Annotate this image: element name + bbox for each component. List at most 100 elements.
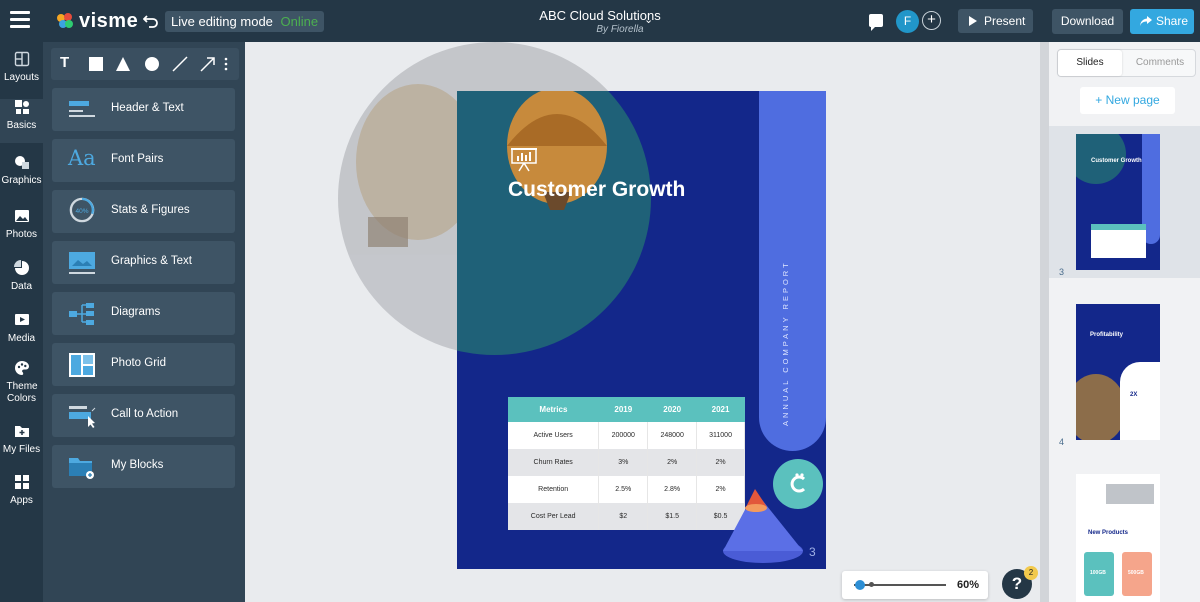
triangle-tool-icon[interactable]	[115, 56, 131, 72]
zoom-slider-track[interactable]	[854, 584, 946, 586]
present-button[interactable]: Present	[958, 9, 1033, 33]
folder-icon	[14, 426, 29, 437]
rectangle-tool-icon[interactable]	[88, 56, 104, 72]
rail-item-data[interactable]: Data	[0, 260, 43, 292]
add-collaborator-icon[interactable]: +	[922, 11, 941, 30]
table-cell: 311000	[696, 422, 745, 449]
panel-item-photo-grid[interactable]: Photo Grid	[52, 343, 235, 386]
rail-label: Layouts	[3, 72, 40, 83]
undo-icon[interactable]	[143, 12, 159, 28]
vertical-report-label[interactable]: ANNUAL COMPANY REPORT	[781, 260, 790, 426]
app-name: visme	[79, 9, 139, 32]
share-button[interactable]: Share	[1130, 9, 1194, 34]
rail-item-my-files[interactable]: My Files	[0, 423, 43, 455]
rail-item-photos[interactable]: Photos	[0, 208, 43, 240]
tab-comments[interactable]: Comments	[1124, 50, 1196, 76]
layouts-icon	[14, 51, 29, 67]
slide-thumbnail-4[interactable]: Profitability 2X 4	[1049, 296, 1200, 448]
mode-label: Live editing mode	[171, 14, 273, 29]
rail-item-graphics[interactable]: Graphics	[0, 154, 43, 186]
slide-thumbnail-5[interactable]: New Products 100GB 500GB	[1049, 466, 1200, 602]
graphics-icon	[14, 156, 29, 169]
canvas-scrollbar[interactable]	[1040, 42, 1049, 602]
line-tool-icon[interactable]	[172, 56, 188, 72]
circle-tool-icon[interactable]	[144, 56, 160, 72]
table-cell: $1.5	[647, 503, 698, 530]
data-icon	[13, 260, 29, 275]
media-icon	[14, 314, 29, 325]
photos-icon	[14, 210, 29, 222]
table-cell: Retention	[508, 476, 600, 503]
arrow-tool-icon[interactable]	[200, 56, 216, 72]
cone-3d-graphic[interactable]	[715, 471, 815, 569]
table-header-cell: Metrics	[508, 397, 599, 422]
presentation-board-icon[interactable]	[510, 146, 538, 172]
panel-item-stats-figures[interactable]: 40% Stats & Figures	[52, 190, 235, 233]
zoom-control[interactable]: 60%	[842, 571, 988, 599]
slide-thumbnail-3[interactable]: Customer Growth 3	[1049, 126, 1200, 278]
panel-item-header-text[interactable]: Header & Text	[52, 88, 235, 131]
table-row: Churn Rates 3% 2% 2%	[508, 449, 745, 476]
document-title-block[interactable]: ABC Cloud Solutions By Fiorella	[500, 8, 700, 35]
slide-page[interactable]: ANNUAL COMPANY REPORT Customer Growth Me…	[457, 91, 826, 569]
table-cell: 248000	[647, 422, 698, 449]
thumbnail-stat-b: 500GB	[1128, 570, 1144, 576]
rail-label: Theme Colors	[6, 381, 38, 404]
right-panel: Slides Comments + New page Customer Grow…	[1049, 42, 1200, 602]
panel-item-diagrams[interactable]: Diagrams	[52, 292, 235, 335]
tab-slides[interactable]: Slides	[1058, 50, 1122, 76]
thumbnail-number: 4	[1059, 437, 1065, 447]
palette-icon	[14, 361, 29, 375]
share-label: Share	[1156, 14, 1189, 28]
table-cell: Active Users	[508, 422, 600, 449]
balloon-photo-circle[interactable]	[457, 91, 651, 355]
download-button[interactable]: Download	[1052, 9, 1123, 34]
panel-item-label: Diagrams	[111, 306, 161, 318]
header-text-icon	[69, 101, 95, 117]
top-bar: visme Live editing mode Online ABC Cloud…	[0, 0, 1200, 42]
table-cell: Churn Rates	[508, 449, 600, 476]
rail-label: Media	[7, 333, 36, 344]
canvas[interactable]: ANNUAL COMPANY REPORT Customer Growth Me…	[245, 42, 1040, 602]
table-row: Cost Per Lead $2 $1.5 $0.5	[508, 503, 745, 530]
share-arrow-icon	[1140, 16, 1152, 26]
vertical-stripe[interactable]	[759, 91, 826, 451]
live-editing-badge[interactable]: Live editing mode Online	[165, 11, 325, 32]
panel-item-label: Graphics & Text	[111, 255, 192, 267]
stats-icon-text: 40%	[75, 208, 88, 215]
table-cell: Cost Per Lead	[508, 503, 600, 530]
zoom-value[interactable]: 60%	[957, 579, 979, 591]
text-tool-icon[interactable]: T	[60, 54, 76, 71]
panel-item-call-to-action[interactable]: Call to Action	[52, 394, 235, 437]
panel-item-graphics-text[interactable]: Graphics & Text	[52, 241, 235, 284]
panel-item-my-blocks[interactable]: My Blocks	[52, 445, 235, 488]
thumbnail-preview[interactable]: Customer Growth	[1076, 134, 1160, 270]
hamburger-menu-icon[interactable]	[10, 11, 30, 29]
rail-item-layouts[interactable]: Layouts	[0, 51, 43, 83]
rail-item-apps[interactable]: Apps	[0, 474, 43, 506]
slide-title[interactable]: Customer Growth	[508, 178, 685, 202]
thumbnail-preview[interactable]: Profitability 2X	[1076, 304, 1160, 440]
document-author: By Fiorella	[596, 24, 644, 35]
rail-item-media[interactable]: Media	[0, 312, 43, 344]
rail-item-basics[interactable]: Basics	[0, 99, 43, 143]
diagrams-icon	[69, 303, 94, 325]
apps-icon	[14, 475, 29, 489]
table-cell: 2%	[647, 449, 698, 476]
zoom-slider-handle[interactable]	[855, 580, 865, 590]
more-icon[interactable]	[223, 56, 229, 72]
online-status: Online	[280, 14, 319, 29]
graphics-text-icon	[69, 252, 95, 274]
panel-item-font-pairs[interactable]: Aa Font Pairs	[52, 139, 235, 182]
new-page-button[interactable]: + New page	[1080, 87, 1175, 114]
thumbnail-preview[interactable]: New Products 100GB 500GB	[1076, 474, 1160, 602]
avatar[interactable]: F	[896, 10, 919, 33]
thumbnail-title: Profitability	[1090, 332, 1124, 338]
chevron-down-icon[interactable]: ⌄	[644, 13, 653, 26]
metrics-table[interactable]: Metrics 2019 2020 2021 Active Users 2000…	[508, 397, 745, 530]
rail-item-theme-colors[interactable]: Theme Colors	[0, 360, 43, 405]
visme-logo[interactable]: visme	[53, 9, 138, 33]
comment-icon[interactable]	[869, 14, 883, 31]
my-blocks-icon	[69, 458, 94, 479]
table-row: Retention 2.5% 2.8% 2%	[508, 476, 745, 503]
